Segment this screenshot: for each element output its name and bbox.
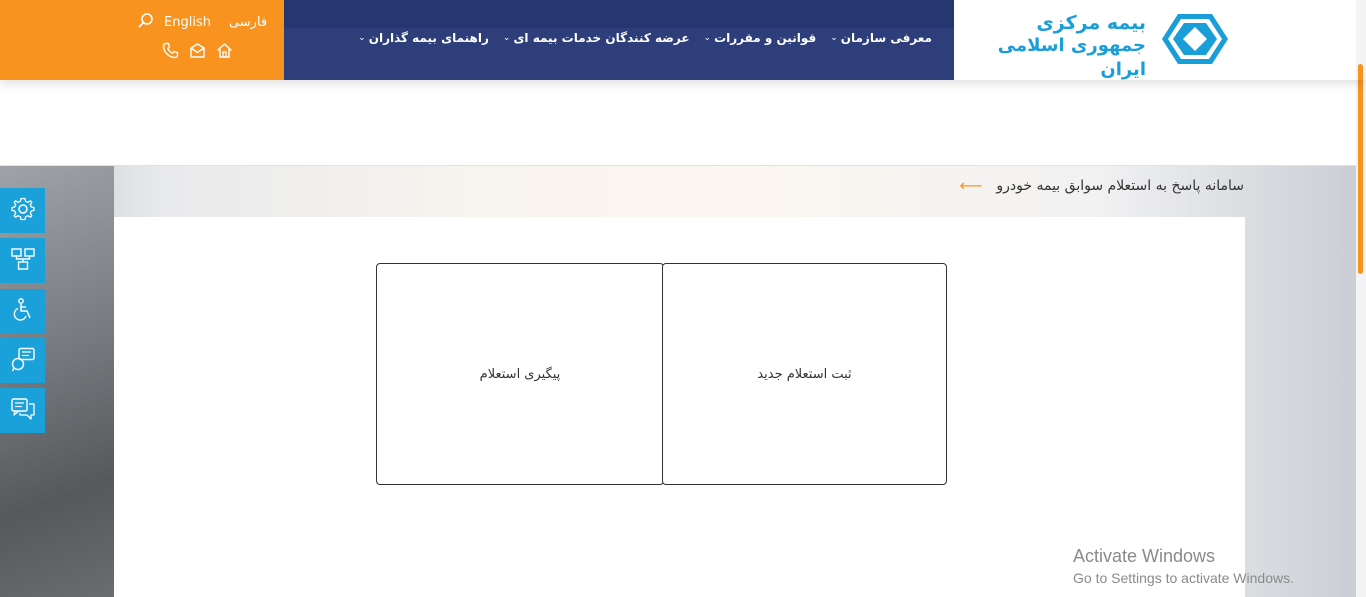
chat-icon (10, 396, 36, 426)
speech-bubble-icon (10, 346, 36, 376)
lang-english-link[interactable]: English (164, 15, 211, 30)
windows-activation-watermark: Activate Windows Go to Settings to activ… (1073, 546, 1294, 586)
lang-farsi-link[interactable]: فارسی (229, 15, 267, 30)
phone-icon[interactable] (162, 42, 179, 63)
chevron-down-icon: ⌄ (830, 33, 838, 43)
track-inquiry-button[interactable]: پیگیری استعلام (376, 263, 664, 485)
page-title: سامانه پاسخ به استعلام سوابق بیمه خودرو (996, 177, 1244, 194)
chevron-down-icon: ⌄ (502, 33, 511, 43)
scrollbar-thumb[interactable] (1358, 64, 1363, 274)
logo-link[interactable]: بیمه مرکزی جمهوری اسلامی ایران (954, 0, 1356, 80)
logo-emblem-icon (1160, 12, 1230, 70)
accessibility-button[interactable] (0, 289, 45, 334)
new-inquiry-button[interactable]: ثبت استعلام جدید (662, 263, 947, 485)
settings-button[interactable] (0, 188, 45, 233)
contact-icons (162, 42, 233, 62)
chevron-down-icon: ⌄ (358, 33, 366, 43)
feedback-button[interactable] (0, 338, 45, 383)
home-icon[interactable] (216, 42, 233, 63)
chevron-down-icon: ⌄ (703, 33, 712, 43)
nav-item-label: عرضه کنندگان خدمات بیمه ای (513, 31, 690, 45)
language-switcher: English فارسی (138, 12, 267, 32)
search-icon[interactable] (138, 12, 154, 32)
nav-item-providers[interactable]: عرضه کنندگان خدمات بیمه ای ⌄ (503, 31, 690, 45)
main-nav: معرفی سازمان ⌄ قوانین و مقررات ⌄ عرضه کن… (358, 28, 932, 48)
nav-item-about[interactable]: معرفی سازمان ⌄ (830, 31, 932, 45)
nav-bar-top-strip (284, 0, 954, 28)
nav-item-label: راهنمای بیمه گذاران (368, 31, 489, 45)
arrow-left-icon: ⟵ (959, 176, 983, 195)
site-header: English فارسی معرفی سازمان ⌄ قوانین و مق… (0, 0, 1366, 80)
chat-button[interactable] (0, 388, 45, 433)
watermark-title: Activate Windows (1073, 546, 1216, 566)
gear-icon (10, 196, 36, 226)
nav-item-label: قوانین و مقررات (714, 31, 817, 45)
watermark-subtitle: Go to Settings to activate Windows. (1073, 570, 1294, 586)
nav-item-label: معرفی سازمان (840, 31, 932, 45)
nav-item-guide[interactable]: راهنمای بیمه گذاران ⌄ (358, 31, 489, 45)
new-inquiry-label: ثبت استعلام جدید (757, 366, 852, 382)
sitemap-icon (10, 246, 36, 276)
logo-line-2: جمهوری اسلامی ایران (997, 35, 1146, 80)
logo-text: بیمه مرکزی جمهوری اسلامی ایران (956, 12, 1146, 82)
nav-item-laws[interactable]: قوانین و مقررات ⌄ (704, 31, 817, 45)
page-scrollbar[interactable] (1356, 0, 1366, 597)
wheelchair-icon (10, 297, 36, 327)
mail-icon[interactable] (189, 42, 206, 63)
sitemap-button[interactable] (0, 238, 45, 283)
track-inquiry-label: پیگیری استعلام (479, 366, 561, 382)
breadcrumb: سامانه پاسخ به استعلام سوابق بیمه خودرو … (959, 176, 1244, 195)
logo-line-1: بیمه مرکزی (1036, 12, 1146, 34)
